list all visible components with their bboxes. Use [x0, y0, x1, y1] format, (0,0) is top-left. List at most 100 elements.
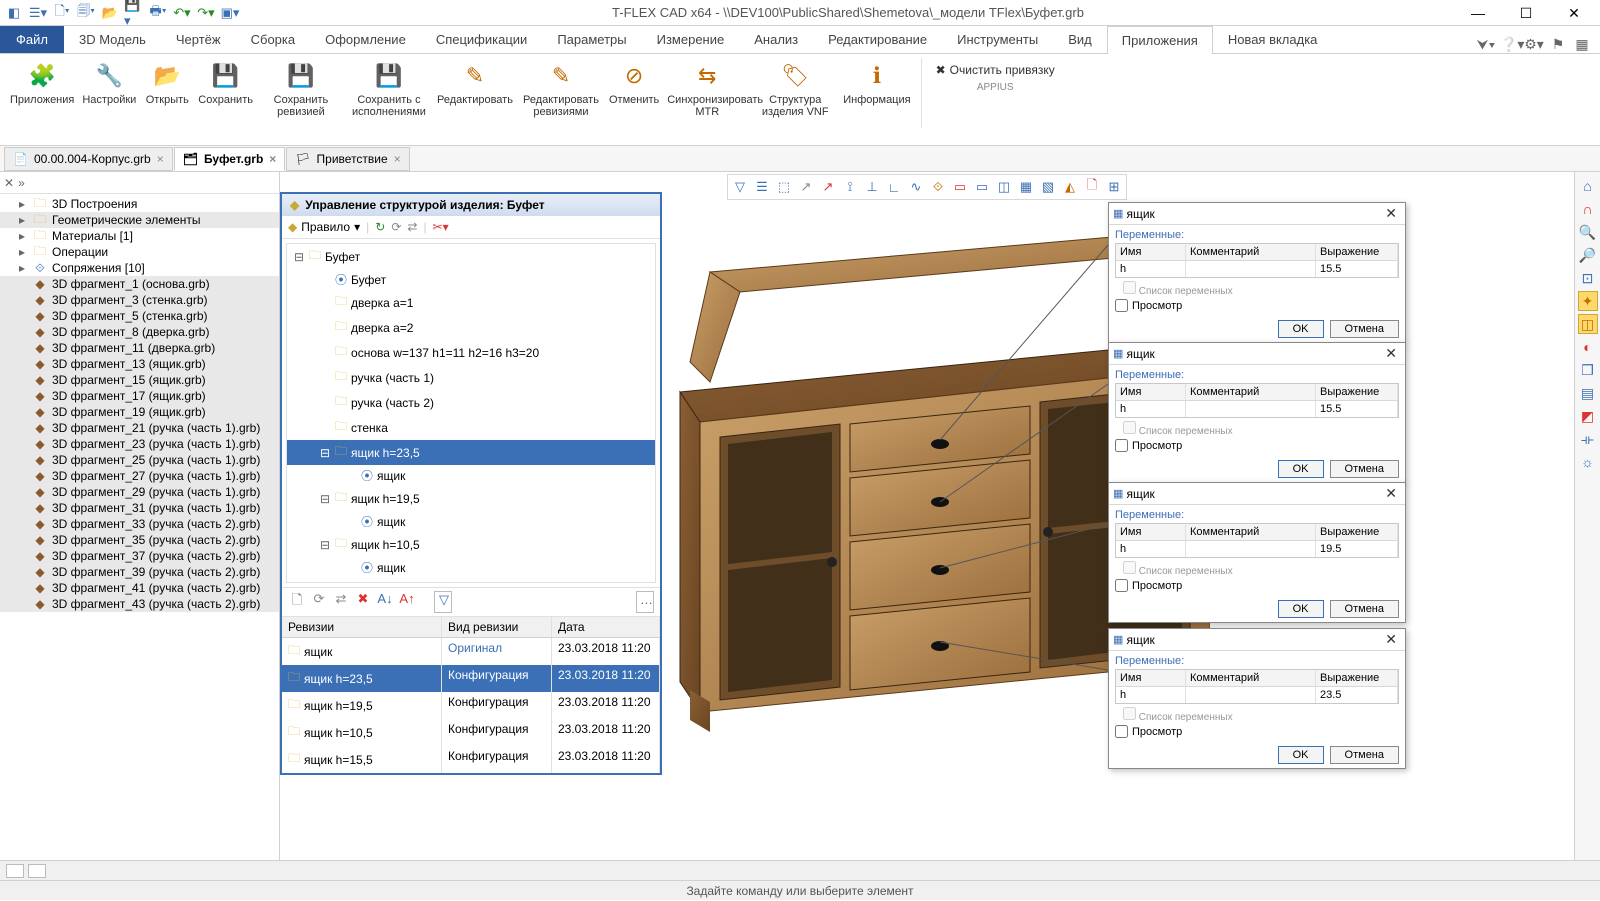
undo-icon[interactable]: ↶▾ [172, 3, 192, 23]
tree-row[interactable]: ◆3D фрагмент_39 (ручка (часть 2).grb) [0, 564, 279, 580]
menu-icon[interactable]: ☰▾ [28, 3, 48, 23]
maximize-button[interactable]: ☐ [1504, 0, 1548, 26]
tree-row[interactable]: ◆3D фрагмент_1 (основа.grb) [0, 276, 279, 292]
help-icon[interactable]: ❔▾ [1500, 36, 1520, 53]
ribbon-tab-0[interactable]: 3D Модель [64, 25, 161, 53]
variable-popup[interactable]: ▦ ящик✕ Переменные: ИмяКомментарийВыраже… [1108, 628, 1406, 769]
rt-light-icon[interactable]: ☼ [1578, 452, 1598, 472]
clear-binding-button[interactable]: ✖ Очистить привязку [928, 58, 1063, 82]
variable-grid[interactable]: ИмяКомментарийВыражение h15.5 [1115, 243, 1399, 278]
expander-icon[interactable]: ▸ [16, 261, 28, 275]
structure-dialog[interactable]: ◆ Управление структурой изделия: Буфет ◆… [280, 192, 662, 775]
ribbon-tab-1[interactable]: Чертёж [161, 25, 236, 53]
tree-row[interactable]: ◆3D фрагмент_31 (ручка (часть 1).grb) [0, 500, 279, 516]
vp-box4-icon[interactable]: ▦ [1016, 177, 1036, 197]
revision-row[interactable]: 🗀ящик h=23,5Конфигурация23.03.2018 11:20 [282, 665, 660, 692]
panel-close-icon[interactable]: ✕ [4, 176, 14, 190]
expander-icon[interactable]: ▸ [16, 245, 28, 259]
tree-row[interactable]: ◆3D фрагмент_29 (ручка (часть 1).grb) [0, 484, 279, 500]
tree-row[interactable]: ◆3D фрагмент_5 (стенка.grb) [0, 308, 279, 324]
flag-icon[interactable]: ⚑ [1548, 36, 1568, 53]
model-tree[interactable]: ▸🗀3D Построения▸🗀Геометрические элементы… [0, 194, 279, 860]
save-icon[interactable]: 💾▾ [124, 3, 144, 23]
rt-clip-icon[interactable]: ◩ [1578, 406, 1598, 426]
tree-row[interactable]: ◆3D фрагмент_11 (дверка.grb) [0, 340, 279, 356]
expander-icon[interactable]: ⊟ [319, 446, 331, 460]
doc-tab-1[interactable]: 🗂Буфет.grb× [174, 147, 286, 171]
tree-row[interactable]: ◆3D фрагмент_43 (ручка (часть 2).grb) [0, 596, 279, 612]
vp-axis2-icon[interactable]: ↗ [818, 177, 838, 197]
structure-tree-row[interactable]: 🗀дверка a=1 [287, 290, 655, 315]
ribbon-btn-10[interactable]: 🏷Структура изделия VNF [751, 58, 839, 120]
rt-zoom-fit-icon[interactable]: 🔍 [1578, 222, 1598, 242]
structure-tree-row[interactable]: 🗀ручка (часть 2) [287, 390, 655, 415]
structure-tree-row[interactable]: ⊟🗀ящик h=23,5 [287, 440, 655, 465]
tree-row[interactable]: ◆3D фрагмент_33 (ручка (часть 2).grb) [0, 516, 279, 532]
rt-cube-icon[interactable]: ❒ [1578, 360, 1598, 380]
rt-section-icon[interactable]: ▤ [1578, 383, 1598, 403]
variable-popup[interactable]: ▦ ящик✕ Переменные: ИмяКомментарийВыраже… [1108, 342, 1406, 483]
rev-sync-icon[interactable]: ⇄ [332, 591, 350, 613]
structure-tree-row[interactable]: ⊟🗀ящик h=15,5 [287, 578, 655, 583]
rev-more-icon[interactable]: … [636, 591, 654, 613]
doc-tab-2[interactable]: 🏳Приветствие× [286, 147, 409, 171]
tree-row[interactable]: ◆3D фрагмент_25 (ручка (часть 1).grb) [0, 452, 279, 468]
ribbon-btn-8[interactable]: ⊘Отменить [605, 58, 663, 120]
rev-doc-icon[interactable]: 🗋 [288, 591, 306, 613]
doc-tab-0[interactable]: 📄00.00.004-Корпус.grb× [4, 147, 173, 171]
vp-box1-icon[interactable]: ▭ [950, 177, 970, 197]
ribbon-tab-9[interactable]: Инструменты [942, 25, 1053, 53]
structure-dialog-title[interactable]: ◆ Управление структурой изделия: Буфет [282, 194, 660, 216]
minimize-button[interactable]: ― [1456, 0, 1500, 26]
open-all-icon[interactable]: 🗐▾ [76, 3, 96, 23]
app-icon[interactable]: ◧ [4, 3, 24, 23]
open-icon[interactable]: 📂 [100, 3, 120, 23]
sync-icon[interactable]: ⇄ [407, 220, 417, 234]
ribbon-tab-12[interactable]: Новая вкладка [1213, 25, 1333, 53]
tree-row[interactable]: ◆3D фрагмент_15 (ящик.grb) [0, 372, 279, 388]
vp-tree-icon[interactable]: ☰ [752, 177, 772, 197]
structure-tree-row[interactable]: 🗀дверка a=2 [287, 315, 655, 340]
print-icon[interactable]: 🖶▾ [148, 3, 168, 23]
revision-row[interactable]: 🗀ящик h=10,5Конфигурация23.03.2018 11:20 [282, 719, 660, 746]
vp-box2-icon[interactable]: ▭ [972, 177, 992, 197]
rt-axis-icon[interactable]: ✦ [1578, 291, 1598, 311]
tree-row[interactable]: ◆3D фрагмент_3 (стенка.grb) [0, 292, 279, 308]
close-icon[interactable]: × [157, 152, 164, 166]
ribbon-btn-9[interactable]: ⇆Синхронизировать MTR [663, 58, 751, 120]
vp-tri-icon[interactable]: ◭ [1060, 177, 1080, 197]
ribbon-tab-4[interactable]: Спецификации [421, 25, 543, 53]
vp-link-icon[interactable]: ⟐ [928, 177, 948, 197]
ribbon-btn-0[interactable]: 🧩Приложения [6, 58, 78, 120]
cancel-button[interactable]: Отмена [1330, 320, 1399, 338]
revision-grid[interactable]: Ревизии Вид ревизии Дата 🗀ящикОригинал23… [282, 617, 660, 773]
3d-viewport[interactable]: ▽ ☰ ⬚ ↗ ↗ ⟟ ⊥ ∟ ∿ ⟐ ▭ ▭ ◫ ▦ ▧ ◭ 🗋 ⊞ [280, 172, 1574, 860]
collapse-ribbon-icon[interactable]: ⮟▾ [1476, 36, 1496, 53]
tree-row[interactable]: ◆3D фрагмент_19 (ящик.grb) [0, 404, 279, 420]
ribbon-btn-2[interactable]: 📂Открыть [140, 58, 194, 120]
expander-icon[interactable]: ▸ [16, 229, 28, 243]
variable-grid[interactable]: ИмяКомментарийВыражение h23.5 [1115, 669, 1399, 704]
variable-popup[interactable]: ▦ ящик✕ Переменные: ИмяКомментарийВыраже… [1108, 202, 1406, 343]
grid-icon[interactable]: ▦ [1572, 36, 1592, 53]
vp-select-icon[interactable]: ⬚ [774, 177, 794, 197]
tree-row[interactable]: ◆3D фрагмент_8 (дверка.grb) [0, 324, 279, 340]
rt-view1-icon[interactable]: ◫ [1578, 314, 1598, 334]
structure-tree-row[interactable]: 🗀стенка [287, 415, 655, 440]
rt-dim-icon[interactable]: ⟛ [1578, 429, 1598, 449]
tree-row[interactable]: ◆3D фрагмент_41 (ручка (часть 2).grb) [0, 580, 279, 596]
settings-gear-icon[interactable]: ⚙▾ [1524, 36, 1544, 53]
structure-tree-row[interactable]: ⦿ящик [287, 557, 655, 578]
vp-measure-icon[interactable]: ⟟ [840, 177, 860, 197]
preview-checkbox[interactable] [1115, 299, 1128, 312]
expander-icon[interactable]: ⊟ [319, 492, 331, 506]
view-selector-1[interactable] [6, 864, 24, 878]
file-tab[interactable]: Файл [0, 26, 64, 53]
structure-tree-row[interactable]: ⦿Буфет [287, 269, 655, 290]
rule-dropdown[interactable]: ◆ Правило ▾ [288, 220, 360, 234]
variable-popup[interactable]: ▦ ящик✕ Переменные: ИмяКомментарийВыраже… [1108, 482, 1406, 623]
rev-sort-asc-icon[interactable]: A↓ [376, 591, 394, 613]
ok-button[interactable]: OK [1278, 600, 1324, 618]
ribbon-tab-3[interactable]: Оформление [310, 25, 421, 53]
tree-row[interactable]: ◆3D фрагмент_35 (ручка (часть 2).grb) [0, 532, 279, 548]
